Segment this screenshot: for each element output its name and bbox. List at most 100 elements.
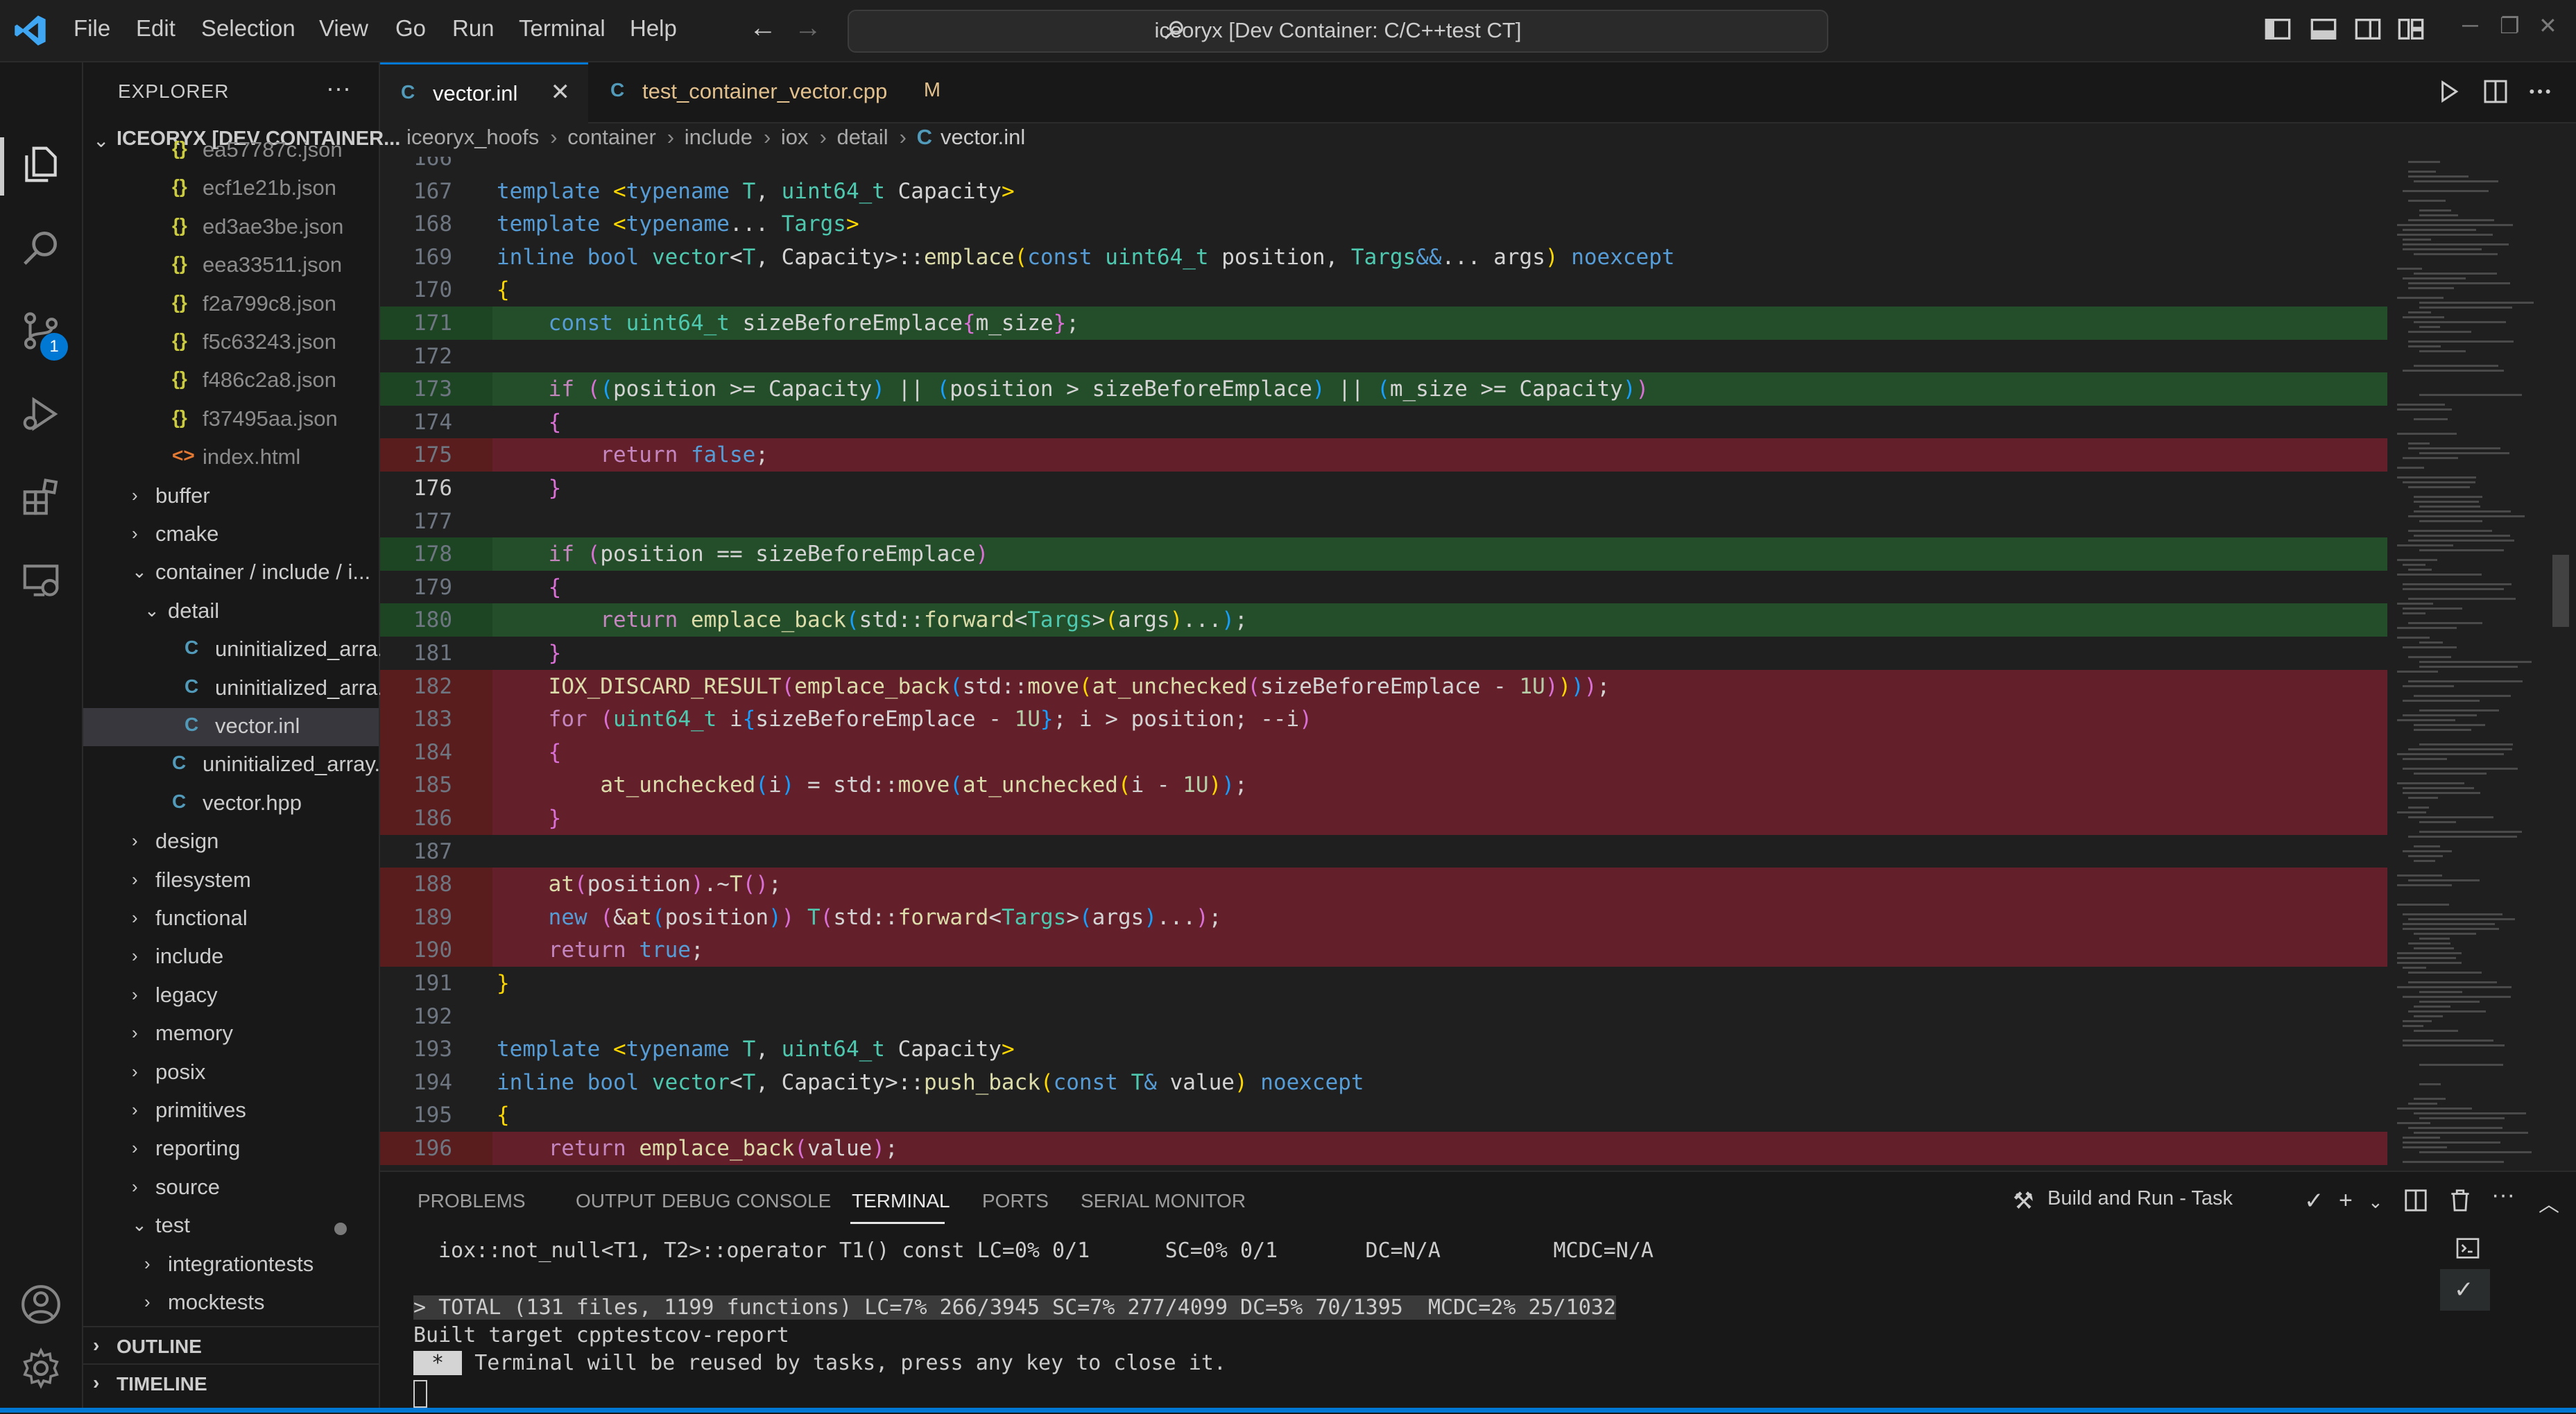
terminal-icon[interactable] — [2454, 1234, 2482, 1262]
code-line[interactable]: 187 — [380, 835, 2387, 868]
menu-edit[interactable]: Edit — [136, 15, 175, 42]
code-line[interactable]: 191} — [380, 967, 2387, 1000]
run-debug-icon[interactable] — [19, 393, 62, 436]
tree-item[interactable]: › posix — [83, 1054, 379, 1092]
forward-arrow-icon[interactable]: → — [794, 12, 822, 44]
tree-item[interactable]: › memory — [83, 1015, 379, 1053]
tree-item[interactable]: › legacy — [83, 977, 379, 1015]
code-line[interactable]: 184 { — [380, 735, 2387, 769]
menu-file[interactable]: File — [74, 15, 110, 42]
breadcrumb-item[interactable]: iox — [781, 125, 809, 149]
code-line[interactable]: 186 } — [380, 802, 2387, 835]
code-line[interactable]: 175 return false; — [380, 438, 2387, 472]
restore-icon[interactable]: ❐ — [2500, 12, 2520, 39]
toggle-primary-sidebar-icon[interactable] — [2264, 17, 2292, 42]
tree-item[interactable]: › integrationtests — [83, 1246, 379, 1284]
code-line[interactable]: 180 return emplace_back(std::forward<Tar… — [380, 603, 2387, 637]
terminal-task-label[interactable]: Build and Run - Task — [2047, 1187, 2233, 1210]
maximize-panel-icon[interactable]: ︿ — [2539, 1187, 2559, 1218]
tree-item[interactable]: › functional — [83, 900, 379, 938]
menu-terminal[interactable]: Terminal — [519, 15, 606, 42]
tab-problems[interactable]: PROBLEMS — [418, 1190, 526, 1212]
tree-item[interactable]: Cuninitialized_arra... — [83, 631, 395, 669]
code-line[interactable]: 170 { — [380, 273, 2387, 307]
code-line[interactable]: 177 — [380, 505, 2387, 538]
tree-item[interactable]: <> index.html — [83, 439, 379, 477]
tree-item[interactable]: › design — [83, 823, 379, 861]
code-line[interactable]: 182 IOX_DISCARD_RESULT(emplace_back(std:… — [380, 669, 2387, 703]
breadcrumb-item[interactable]: vector.inl — [941, 125, 1025, 149]
tree-item[interactable]: {} ed3ae3be.json — [83, 209, 379, 247]
remote-explorer-icon[interactable] — [19, 559, 62, 602]
timeline-section[interactable]: › TIMELINE — [83, 1363, 379, 1402]
editor-scrollbar[interactable] — [2552, 555, 2569, 627]
tree-item[interactable]: {} f5c63243.json — [83, 324, 379, 362]
explorer-icon[interactable] — [19, 143, 62, 186]
tree-item[interactable]: › filesystem — [83, 862, 379, 900]
tree-item[interactable]: {} eea33511.json — [83, 247, 379, 285]
tab-ports[interactable]: PORTS — [982, 1190, 1049, 1212]
search-icon[interactable] — [19, 226, 62, 269]
tree-item[interactable]: ⌄ test — [83, 1207, 379, 1245]
tree-item[interactable]: › source — [83, 1169, 379, 1207]
tab-test-container-vector[interactable]: C test_container_vector.cpp M — [590, 62, 964, 122]
code-line[interactable]: 167 template <typename T, uint64_t Capaci… — [380, 175, 2387, 208]
code-line[interactable]: 194 inline bool vector<T, Capacity>::push… — [380, 1066, 2387, 1099]
command-center-search[interactable]: iceoryx [Dev Container: C/C++test CT] — [848, 10, 1828, 53]
task-status-item[interactable]: ✓ — [2440, 1269, 2490, 1311]
code-line[interactable]: 179 { — [380, 571, 2387, 604]
close-tab-icon[interactable]: ✕ — [551, 78, 571, 106]
code-line[interactable]: 166 — [380, 157, 2387, 175]
more-actions-icon[interactable]: ··· — [326, 74, 351, 103]
close-window-icon[interactable]: ✕ — [2539, 12, 2557, 39]
more-actions-icon[interactable]: ··· — [2491, 1182, 2515, 1209]
tree-item[interactable]: › include — [83, 938, 379, 976]
code-line[interactable]: 183 for (uint64_t i{sizeBeforeEmplace - … — [380, 702, 2387, 736]
split-terminal-icon[interactable] — [2403, 1187, 2429, 1214]
tree-item[interactable]: {} f2a799c8.json — [83, 286, 379, 324]
tree-item[interactable]: ⌄ container / include / i... — [83, 554, 379, 592]
code-line[interactable]: 178 if (position == sizeBeforeEmplace) — [380, 537, 2387, 571]
customize-layout-icon[interactable] — [2397, 17, 2425, 42]
breadcrumb-item[interactable]: container — [567, 125, 656, 149]
tree-item[interactable]: › cmake — [83, 516, 379, 554]
code-line[interactable]: 171 const uint64_t sizeBeforeEmplace{m_s… — [380, 307, 2387, 340]
chevron-down-icon[interactable]: ⌄ — [2368, 1191, 2383, 1213]
code-line[interactable]: 185 at_unchecked(i) = std::move(at_unche… — [380, 768, 2387, 802]
code-line[interactable]: 193 template <typename T, uint64_t Capaci… — [380, 1033, 2387, 1066]
outline-section[interactable]: › OUTLINE — [83, 1326, 379, 1365]
toggle-panel-icon[interactable] — [2310, 17, 2337, 42]
menu-run[interactable]: Run — [452, 15, 495, 42]
account-icon[interactable] — [19, 1283, 62, 1326]
code-line[interactable]: 168 template <typename... Targs> — [380, 207, 2387, 241]
menu-selection[interactable]: Selection — [201, 15, 295, 42]
back-arrow-icon[interactable]: ← — [749, 12, 777, 44]
code-line[interactable]: 172 — [380, 340, 2387, 373]
code-line[interactable]: 188 at(position).~T(); — [380, 868, 2387, 901]
tree-item[interactable]: {} ecf1e21b.json — [83, 170, 379, 208]
tree-item[interactable]: Cvector.hpp — [83, 785, 379, 823]
tree-item[interactable]: {} ea57787c.json — [83, 132, 379, 170]
tree-item[interactable]: Cuninitialized_array.... — [83, 746, 398, 784]
tab-serial-monitor[interactable]: SERIAL MONITOR — [1081, 1190, 1246, 1212]
extensions-icon[interactable] — [19, 476, 62, 519]
menu-view[interactable]: View — [319, 15, 368, 42]
breadcrumb-item[interactable]: detail — [837, 125, 888, 149]
more-actions-icon[interactable] — [2526, 78, 2554, 105]
run-file-icon[interactable] — [2435, 78, 2462, 105]
minimize-icon[interactable]: ─ — [2462, 12, 2478, 38]
tree-item[interactable]: › reporting — [83, 1130, 379, 1169]
tree-item[interactable]: › mocktests — [83, 1284, 379, 1322]
menu-help[interactable]: Help — [630, 15, 677, 42]
tree-item[interactable]: › primitives — [83, 1092, 379, 1130]
code-line[interactable]: 190 return true; — [380, 933, 2387, 967]
code-line[interactable]: 174 { — [380, 406, 2387, 439]
tree-item[interactable]: Cvector.inl — [83, 708, 379, 746]
tree-item[interactable]: Cuninitialized_arra... — [83, 670, 395, 708]
code-line[interactable]: 173 if ((position >= Capacity) || (posit… — [380, 372, 2387, 406]
code-line[interactable]: 195 { — [380, 1098, 2387, 1132]
tree-item[interactable]: {} f37495aa.json — [83, 401, 379, 439]
trash-icon[interactable] — [2447, 1187, 2473, 1214]
split-editor-icon[interactable] — [2482, 78, 2509, 105]
tab-debug-console[interactable]: DEBUG CONSOLE — [662, 1190, 831, 1212]
